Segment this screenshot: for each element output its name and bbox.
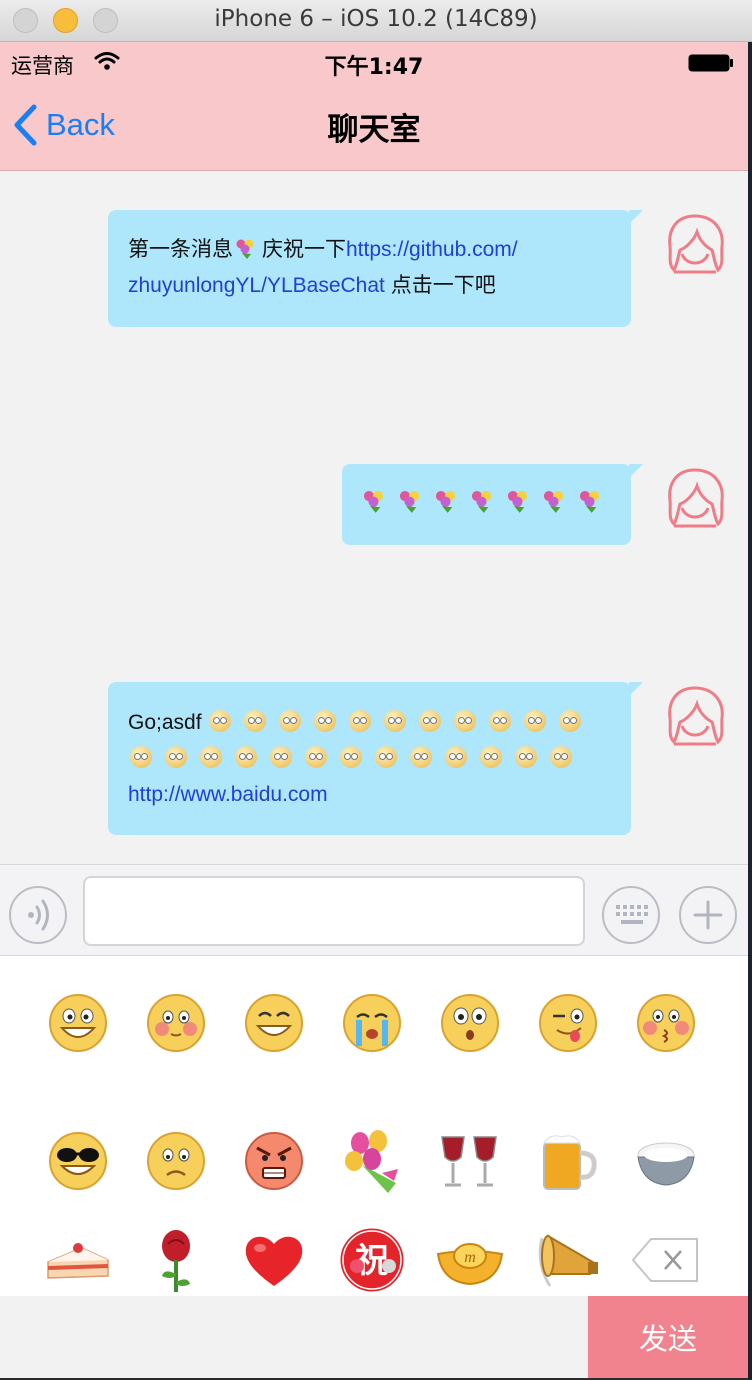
flower-bouquet-emoji [543,490,564,513]
avatar-icon[interactable] [664,212,726,278]
shy-face-emoji [270,746,292,768]
message-bubble[interactable] [342,464,643,545]
send-button[interactable]: 发送 [588,1296,748,1378]
kiss-face-icon[interactable] [630,987,702,1059]
shy-face-emoji [349,710,372,732]
angry-face-icon[interactable] [238,1125,310,1197]
heart-icon[interactable] [238,1224,310,1296]
keyboard-icon [616,905,648,924]
status-time: 下午1:47 [324,55,424,80]
flower-bouquet-emoji [435,490,456,513]
shy-face-emoji [314,710,337,732]
shy-face-emoji [375,746,397,768]
avatar-icon[interactable] [664,684,726,750]
simulator-title-bar: iPhone 6 – iOS 10.2 (14C89) [0,0,752,42]
voice-button[interactable] [9,886,67,944]
ingot-mark: m [464,1249,476,1266]
message-input[interactable] [83,876,585,946]
shy-face-emoji [130,746,152,768]
rice-bowl-icon[interactable] [630,1125,702,1197]
crying-face-icon[interactable] [336,987,408,1059]
keyboard-button[interactable] [602,886,660,944]
message-bubble[interactable]: 第一条消息 庆祝一下https://github.com/zhuyunlongY… [108,210,643,327]
sad-face-icon[interactable] [140,1125,212,1197]
tulip-bouquet-icon[interactable] [336,1125,408,1197]
shy-face-emoji [200,746,222,768]
wine-glasses-icon[interactable] [434,1125,506,1197]
rose-icon[interactable] [140,1224,212,1296]
flower-bouquet-emoji [471,490,492,513]
cake-icon[interactable] [42,1224,114,1296]
shy-face-emoji [445,746,467,768]
shy-face-emoji [410,746,432,768]
shy-face-emoji [384,710,407,732]
flower-bouquet-emoji [399,490,420,513]
shy-face-emoji [550,746,572,768]
page-title: 聊天室 [327,112,421,148]
window-title: iPhone 6 – iOS 10.2 (14C89) [214,6,538,32]
message-text: Go;asdf [128,711,202,734]
shy-face-emoji [244,710,267,732]
navigation-bar: Back 聊天室 [0,82,748,171]
shy-face-emoji [559,710,582,732]
shy-face-emoji [165,746,187,768]
flower-bouquet-emoji [236,239,254,259]
sunglasses-face-icon[interactable] [42,1125,114,1197]
message-link[interactable]: https://github.com/ [346,238,518,261]
tongue-face-icon[interactable] [532,987,604,1059]
beer-mug-icon[interactable] [532,1125,604,1197]
shy-face-emoji [209,710,232,732]
message-text: 庆祝一下 [262,238,346,261]
battery-icon [688,54,733,72]
phone-screen: 运营商 下午1:47 Back 聊天室 第一条消息 庆祝一下https://gi… [0,42,748,1378]
page-indicator[interactable] [382,1259,396,1273]
status-bar: 运营商 下午1:47 [0,42,748,82]
shy-face-emoji [524,710,547,732]
blush-face-icon[interactable] [140,987,212,1059]
shy-face-emoji [515,746,537,768]
grin-face-icon[interactable] [42,987,114,1059]
flower-bouquet-emoji [363,490,384,513]
more-button[interactable] [679,886,737,944]
voice-icon [28,899,49,931]
page-indicator-active[interactable] [350,1259,364,1273]
gold-ingot-icon[interactable]: m [434,1224,506,1296]
shy-face-emoji [279,710,302,732]
input-bar [0,864,748,956]
emoji-toolbar: 发送 [0,1296,748,1378]
shy-face-emoji [235,746,257,768]
message-link[interactable]: http://www.baidu.com [128,783,328,806]
shy-face-emoji [454,710,477,732]
delete-key-icon[interactable] [630,1224,702,1296]
horn-speaker-icon[interactable] [532,1224,604,1296]
shy-face-emoji [305,746,327,768]
plus-icon [693,900,723,930]
emoji-sequence [360,490,612,514]
shy-face-emoji [489,710,512,732]
message-link[interactable]: zhuyunlongYL/YLBaseChat [128,274,385,297]
shy-face-emoji [340,746,362,768]
flower-bouquet-emoji [507,490,528,513]
smile-face-icon[interactable] [238,987,310,1059]
message-text: 第一条消息 [128,238,233,261]
shy-face-emoji [480,746,502,768]
flower-bouquet-emoji [579,490,600,513]
desktop-edge [748,42,752,1380]
zhu-badge-icon[interactable]: 祝 [336,1224,408,1296]
message-text: 点击一下吧 [384,274,496,297]
avatar-icon[interactable] [664,466,726,532]
message-bubble[interactable]: Go;asdf http://www.baidu.com [108,682,643,835]
surprised-face-icon[interactable] [434,987,506,1059]
shy-face-emoji [419,710,442,732]
